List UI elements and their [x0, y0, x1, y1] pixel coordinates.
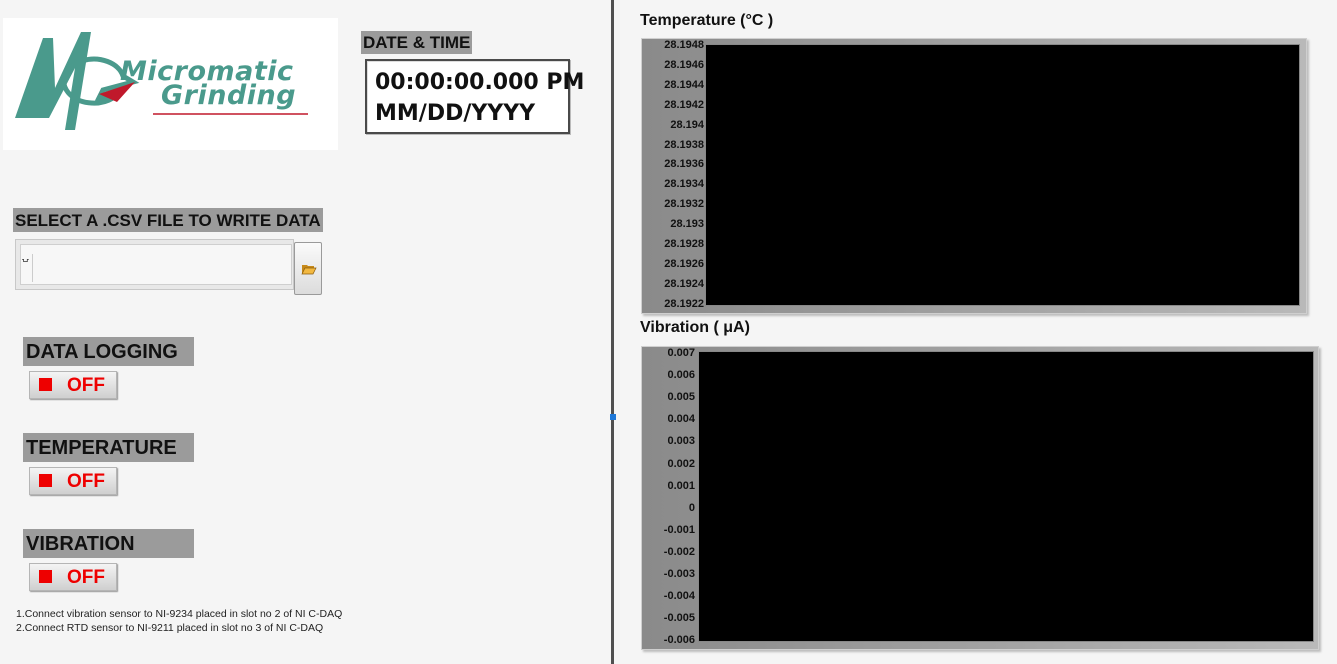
- vibration-y-tick-label: -0.004: [663, 590, 695, 603]
- file-path-input[interactable]: [20, 244, 292, 285]
- vibration-y-tick-label: 0.006: [667, 369, 695, 382]
- temperature-chart: 28.1948 28.1946 28.1944 28.1942 28.194 28.193…: [641, 38, 1307, 314]
- splitter-handle[interactable]: [610, 414, 616, 420]
- datetime-display: 00:00:00.000 PM MM/DD/YYYY: [365, 59, 584, 134]
- browse-file-button[interactable]: [294, 242, 322, 295]
- temperature-y-tick-label: 28.1932: [664, 198, 704, 211]
- data-logging-label: DATA LOGGING: [23, 337, 194, 366]
- temperature-y-tick-label: 28.193: [670, 218, 704, 231]
- pane-splitter[interactable]: [611, 0, 614, 664]
- file-path-control: ⍽: [15, 239, 294, 290]
- temperature-y-tick-label: 28.1922: [664, 297, 704, 310]
- temperature-y-tick-label: 28.1928: [664, 238, 704, 250]
- temperature-y-tick-label: 28.1924: [664, 277, 704, 290]
- data-logging-toggle[interactable]: OFF: [29, 371, 117, 399]
- vibration-y-tick-label: 0.002: [667, 457, 695, 470]
- instruction-note-1: 1.Connect vibration sensor to NI-9234 pl…: [16, 608, 343, 620]
- temperature-y-tick-label: 28.1926: [664, 257, 704, 270]
- temperature-y-tick-label: 28.1946: [664, 58, 704, 71]
- vibration-plot-area[interactable]: [698, 351, 1314, 642]
- datetime-time: 00:00:00.000 PM: [375, 70, 585, 95]
- vibration-chart-title: Vibration ( μA): [640, 319, 750, 336]
- path-type-icon: ⍽: [22, 252, 33, 282]
- datetime-date: MM/DD/YYYY: [375, 101, 536, 126]
- temperature-plot-area[interactable]: [705, 44, 1300, 306]
- off-indicator-icon: [39, 474, 52, 487]
- datetime-label: DATE & TIME: [361, 31, 473, 54]
- folder-open-icon: [301, 265, 317, 275]
- temperature-y-tick-label: 28.1934: [664, 178, 704, 191]
- off-indicator-icon: [39, 570, 52, 583]
- logo-text-line2: Grinding: [161, 80, 297, 111]
- temperature-label: TEMPERATURE: [23, 433, 194, 462]
- temperature-toggle[interactable]: OFF: [29, 467, 117, 495]
- vibration-chart: 0.007 0.006 0.005 0.004 0.003 0.002 0.001 0 -0.0…: [641, 346, 1319, 650]
- vibration-y-tick-label: 0.004: [667, 413, 695, 426]
- csv-file-label: SELECT A .CSV FILE TO WRITE DATA: [13, 208, 323, 232]
- temperature-chart-title: Temperature (°C ): [640, 12, 774, 29]
- temperature-state: OFF: [67, 471, 105, 492]
- vibration-y-tick-label: 0: [688, 501, 695, 514]
- temperature-y-tick-label: 28.1948: [664, 39, 704, 51]
- off-indicator-icon: [39, 378, 52, 391]
- instruction-note-2: 2.Connect RTD sensor to NI-9211 placed i…: [16, 622, 324, 634]
- vibration-y-tick-label: -0.003: [663, 568, 695, 580]
- data-logging-state: OFF: [67, 375, 105, 396]
- vibration-y-tick-label: 0.007: [667, 347, 695, 359]
- company-logo: Micromatic Grinding: [3, 18, 338, 150]
- vibration-y-tick-label: 0.003: [667, 435, 695, 448]
- vibration-state: OFF: [67, 567, 105, 588]
- vibration-y-tick-label: 0.005: [667, 391, 695, 404]
- vibration-y-tick-label: -0.006: [663, 634, 695, 647]
- vibration-y-tick-label: 0.001: [667, 479, 695, 492]
- temperature-y-tick-label: 28.1944: [664, 78, 704, 91]
- vibration-y-tick-label: -0.005: [663, 612, 695, 625]
- temperature-y-tick-label: 28.1936: [664, 158, 704, 171]
- vibration-label: VIBRATION: [23, 529, 194, 558]
- vibration-y-tick-label: -0.001: [663, 523, 695, 536]
- vibration-toggle[interactable]: OFF: [29, 563, 117, 591]
- vibration-y-tick-label: -0.002: [663, 545, 695, 558]
- temperature-y-tick-label: 28.194: [670, 118, 704, 131]
- temperature-y-tick-label: 28.1942: [664, 98, 704, 111]
- temperature-y-tick-label: 28.1938: [664, 138, 704, 151]
